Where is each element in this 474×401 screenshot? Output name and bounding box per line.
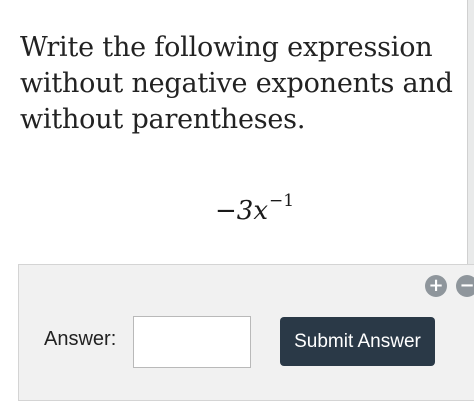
- expression-exponent: −1: [269, 191, 295, 211]
- question-text: Write the following expression without n…: [20, 32, 453, 135]
- question-page: Write the following expression without n…: [0, 0, 474, 401]
- expression-base: −3x: [215, 196, 268, 226]
- answer-input[interactable]: [133, 316, 251, 368]
- add-icon[interactable]: +: [425, 275, 447, 297]
- submit-answer-button[interactable]: Submit Answer: [280, 317, 435, 366]
- answer-label: Answer:: [44, 328, 117, 350]
- remove-icon[interactable]: −: [456, 275, 474, 297]
- math-expression: −3x−1: [215, 191, 294, 226]
